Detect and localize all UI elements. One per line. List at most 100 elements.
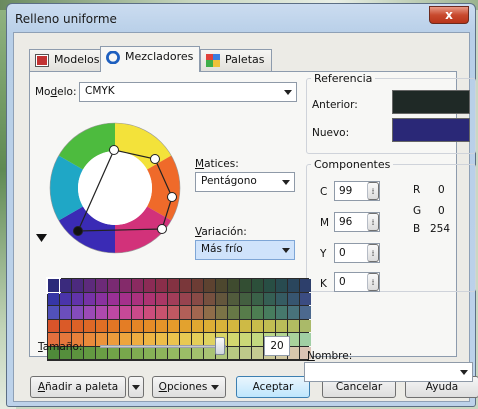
wheel-pointer-icon[interactable] — [36, 232, 48, 244]
color-grid-cell[interactable] — [300, 292, 311, 305]
color-grid-cell[interactable] — [204, 319, 215, 332]
color-grid-cell[interactable] — [276, 319, 287, 332]
color-grid-cell[interactable] — [84, 292, 95, 305]
color-grid-cell[interactable] — [228, 346, 239, 359]
color-grid-cell[interactable] — [192, 319, 203, 332]
color-grid-cell[interactable] — [216, 306, 227, 319]
color-grid-cell[interactable] — [96, 292, 107, 305]
color-grid-cell[interactable] — [288, 292, 299, 305]
color-grid-cell[interactable] — [156, 346, 167, 359]
name-dropdown[interactable] — [304, 362, 473, 382]
color-grid-cell[interactable] — [240, 333, 251, 346]
color-grid-cell[interactable] — [240, 319, 251, 332]
color-grid-cell[interactable] — [192, 346, 203, 359]
color-grid-cell[interactable] — [180, 292, 191, 305]
color-grid-cell[interactable] — [108, 319, 119, 332]
color-grid-cell[interactable] — [240, 279, 251, 292]
color-grid-cell[interactable] — [252, 306, 263, 319]
color-grid-cell[interactable] — [144, 346, 155, 359]
color-grid-cell[interactable] — [120, 279, 131, 292]
color-grid-cell[interactable] — [156, 306, 167, 319]
color-grid-cell[interactable] — [216, 319, 227, 332]
color-grid-cell[interactable] — [84, 346, 95, 359]
tab-models[interactable]: Modelos — [29, 49, 107, 71]
color-grid-cell[interactable] — [288, 306, 299, 319]
color-grid-cell[interactable] — [192, 292, 203, 305]
color-grid-cell[interactable] — [204, 346, 215, 359]
tab-mixers[interactable]: Mezcladores — [100, 46, 201, 72]
color-grid-cell[interactable] — [192, 279, 203, 292]
color-grid-cell[interactable] — [156, 319, 167, 332]
color-wheel[interactable] — [40, 113, 190, 263]
color-grid-cell[interactable] — [144, 306, 155, 319]
color-grid-cell[interactable] — [252, 333, 263, 346]
color-grid-cell[interactable] — [132, 346, 143, 359]
title-bar[interactable]: Relleno uniforme x — [7, 4, 475, 34]
color-grid-cell[interactable] — [180, 279, 191, 292]
color-grid-cell[interactable] — [60, 306, 71, 319]
color-grid-cell[interactable] — [288, 279, 299, 292]
color-grid-cell[interactable] — [300, 306, 311, 319]
color-grid-cell[interactable] — [228, 306, 239, 319]
color-grid-cell[interactable] — [264, 306, 275, 319]
color-grid-cell[interactable] — [228, 333, 239, 346]
color-grid-cell[interactable] — [264, 279, 275, 292]
color-grid-cell[interactable] — [120, 333, 131, 346]
black-spinner[interactable]: 0 ⁞ — [334, 272, 380, 292]
color-grid-cell[interactable] — [132, 319, 143, 332]
color-grid-cell[interactable] — [96, 333, 107, 346]
color-grid-cell[interactable] — [180, 346, 191, 359]
color-grid-cell[interactable] — [156, 279, 167, 292]
color-grid-cell[interactable] — [60, 279, 71, 292]
color-grid-cell[interactable] — [48, 292, 59, 305]
color-grid-cell[interactable] — [276, 292, 287, 305]
color-grid-cell[interactable] — [168, 319, 179, 332]
color-grid-cell[interactable] — [84, 306, 95, 319]
color-grid-cell[interactable] — [144, 319, 155, 332]
color-grid-cell[interactable] — [108, 346, 119, 359]
options-button[interactable]: Opciones — [152, 376, 226, 398]
color-grid-cell[interactable] — [132, 279, 143, 292]
color-grid-cell[interactable] — [228, 279, 239, 292]
color-grid-cell[interactable] — [144, 292, 155, 305]
yellow-spinner[interactable]: 0 ⁞ — [334, 243, 380, 263]
color-grid-cell[interactable] — [204, 306, 215, 319]
color-grid-cell[interactable] — [192, 306, 203, 319]
color-grid-cell[interactable] — [72, 319, 83, 332]
color-grid-cell[interactable] — [132, 292, 143, 305]
spinner-arrows-icon[interactable]: ⁞ — [367, 213, 379, 231]
color-grid-cell[interactable] — [216, 279, 227, 292]
color-grid-cell[interactable] — [72, 279, 83, 292]
color-grid-cell[interactable] — [72, 306, 83, 319]
size-slider-thumb[interactable] — [214, 337, 225, 355]
add-to-palette-menu-button[interactable] — [128, 376, 144, 398]
color-grid-cell[interactable] — [252, 292, 263, 305]
color-grid-cell[interactable] — [300, 279, 311, 292]
color-grid-cell[interactable] — [168, 279, 179, 292]
color-grid-cell[interactable] — [48, 306, 59, 319]
color-grid-cell[interactable] — [144, 279, 155, 292]
color-grid-cell[interactable] — [228, 292, 239, 305]
magenta-spinner[interactable]: 96 ⁞ — [334, 212, 380, 232]
accept-button[interactable]: Aceptar — [236, 376, 310, 398]
color-grid-cell[interactable] — [46, 277, 61, 294]
color-grid-cell[interactable] — [240, 346, 251, 359]
close-button[interactable]: x — [429, 6, 469, 24]
color-grid-cell[interactable] — [84, 279, 95, 292]
color-grid-cell[interactable] — [204, 279, 215, 292]
color-grid-cell[interactable] — [300, 333, 311, 346]
color-grid-cell[interactable] — [240, 292, 251, 305]
model-dropdown[interactable]: CMYK — [79, 82, 297, 102]
color-grid-cell[interactable] — [108, 292, 119, 305]
color-grid-cell[interactable] — [252, 346, 263, 359]
size-input[interactable]: 20 — [264, 336, 290, 356]
color-grid-cell[interactable] — [120, 346, 131, 359]
tab-palettes[interactable]: Paletas — [200, 49, 272, 71]
variation-dropdown[interactable]: Más frío — [195, 240, 295, 260]
color-grid-cell[interactable] — [132, 306, 143, 319]
color-grid-cell[interactable] — [180, 306, 191, 319]
color-grid-cell[interactable] — [228, 319, 239, 332]
color-grid-cell[interactable] — [72, 292, 83, 305]
color-grid-cell[interactable] — [132, 333, 143, 346]
color-grid-cell[interactable] — [168, 333, 179, 346]
